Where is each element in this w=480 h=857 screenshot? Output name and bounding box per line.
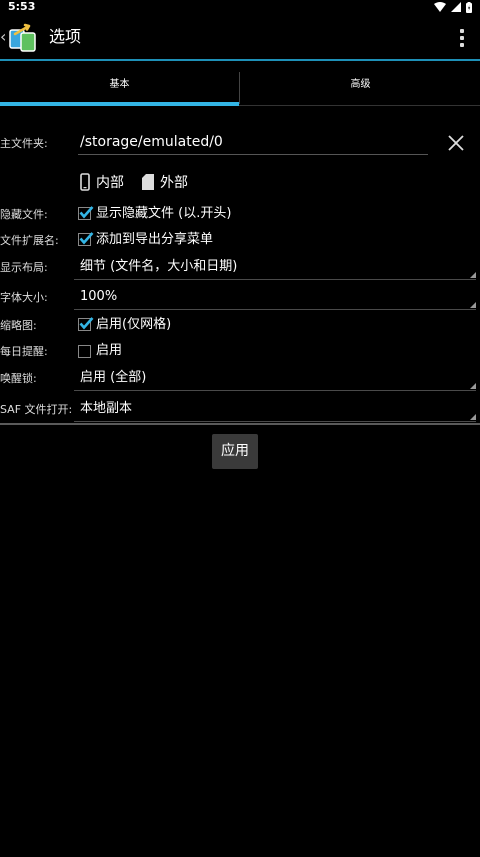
extensions-label: 文件扩展名: (0, 234, 59, 247)
checkmark-icon (79, 232, 94, 245)
action-bar: ‹ 选项 (0, 14, 480, 60)
back-icon[interactable]: ‹ (0, 28, 6, 46)
saf-open-label: SAF 文件打开: (0, 403, 73, 416)
layout-label: 显示布局: (0, 261, 48, 274)
wifi-icon (434, 2, 446, 12)
dropdown-arrow-icon (470, 272, 476, 278)
dropdown-arrow-icon (470, 414, 476, 420)
tab-selected-indicator (0, 102, 239, 106)
layout-value: 细节 (文件名，大小和日期) (80, 259, 238, 274)
checkmark-icon (79, 317, 94, 330)
thumbnails-label: 缩略图: (0, 319, 37, 332)
daily-reminder-checkbox[interactable] (78, 345, 91, 358)
dropdown-arrow-icon (470, 302, 476, 308)
hidden-files-label: 隐藏文件: (0, 208, 48, 221)
internal-storage-label: 内部 (96, 175, 124, 191)
checkmark-icon (79, 206, 94, 219)
phone-icon (80, 173, 90, 191)
overflow-menu-icon[interactable] (456, 27, 468, 49)
wake-lock-value: 启用 (全部) (80, 370, 147, 385)
home-folder-input[interactable]: /storage/emulated/0 (78, 130, 428, 155)
apply-button[interactable]: 应用 (212, 434, 258, 469)
extensions-option[interactable]: 添加到导出分享菜单 (96, 232, 213, 248)
font-size-spinner[interactable]: 100% (74, 286, 476, 310)
thumbnails-checkbox[interactable] (78, 317, 94, 331)
hidden-files-checkbox[interactable] (78, 206, 94, 220)
saf-open-spinner[interactable]: 本地副本 (74, 398, 476, 422)
status-bar: 5:53 (0, 0, 480, 14)
tab-divider (239, 72, 240, 104)
signal-icon (451, 2, 461, 12)
tab-basic[interactable]: 基本 (0, 66, 239, 106)
external-storage-button[interactable]: 外部 (142, 172, 188, 192)
font-size-value: 100% (80, 289, 118, 304)
daily-reminder-option[interactable]: 启用 (96, 343, 122, 359)
action-bar-divider (0, 59, 480, 61)
wake-lock-label: 唤醒锁: (0, 372, 37, 385)
hidden-files-option[interactable]: 显示隐藏文件 (以.开头) (96, 206, 231, 222)
extensions-checkbox[interactable] (78, 232, 94, 246)
thumbnails-option[interactable]: 启用(仅网格) (96, 317, 171, 333)
clear-icon[interactable] (446, 133, 466, 153)
tab-bar: 基本 高级 (0, 66, 480, 106)
battery-icon (466, 1, 472, 13)
layout-spinner[interactable]: 细节 (文件名，大小和日期) (74, 256, 476, 280)
wake-lock-spinner[interactable]: 启用 (全部) (74, 367, 476, 391)
status-icons (434, 1, 472, 13)
page-title: 选项 (49, 27, 82, 46)
dropdown-arrow-icon (470, 383, 476, 389)
tab-advanced[interactable]: 高级 (241, 66, 480, 106)
section-divider (0, 423, 480, 425)
sd-card-icon (142, 174, 154, 190)
external-storage-label: 外部 (160, 175, 188, 191)
font-size-label: 字体大小: (0, 291, 48, 304)
saf-open-value: 本地副本 (80, 401, 133, 416)
app-icon[interactable] (8, 20, 42, 54)
home-folder-label: 主文件夹: (0, 137, 48, 150)
daily-reminder-label: 每日提醒: (0, 345, 48, 358)
internal-storage-button[interactable]: 内部 (80, 172, 124, 192)
status-time: 5:53 (8, 0, 36, 13)
